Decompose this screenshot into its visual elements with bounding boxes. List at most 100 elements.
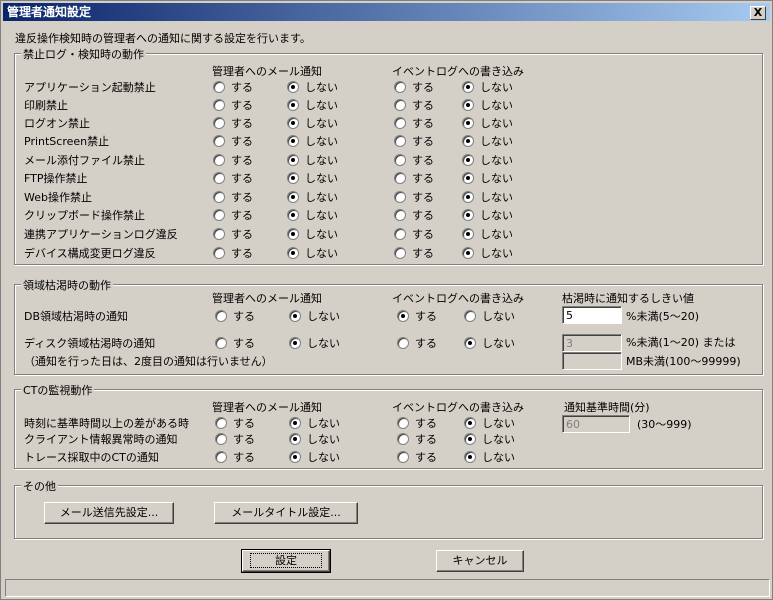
event-log-yes-radio[interactable]: する [394, 152, 434, 168]
mail-notify-yes-radio[interactable]: する [215, 308, 255, 324]
event-log-no-radio[interactable]: しない [462, 97, 513, 113]
mail-notify-no-radio[interactable]: しない [289, 415, 340, 431]
db-threshold-input[interactable] [562, 306, 622, 324]
event-log-no-radio[interactable]: しない [464, 431, 515, 447]
mail-notify-no-radio[interactable]: しない [289, 449, 340, 465]
mail-notify-yes-radio[interactable]: する [213, 170, 253, 186]
event-log-no-radio[interactable]: しない [462, 133, 513, 149]
event-log-yes-radio[interactable]: する [394, 115, 434, 131]
radio-circle-icon [394, 81, 406, 93]
event-log-no-radio[interactable]: しない [462, 189, 513, 205]
radio-label: する [412, 228, 434, 241]
event-log-no-radio[interactable]: しない [462, 115, 513, 131]
row-label: ディスク領域枯渇時の通知 [24, 337, 156, 350]
radio-circle-icon [464, 417, 476, 429]
mail-notify-yes-radio[interactable]: する [215, 335, 255, 351]
radio-circle-icon [462, 154, 474, 166]
radio-circle-icon [394, 135, 406, 147]
mail-notify-no-radio[interactable]: しない [287, 152, 338, 168]
mail-notify-no-radio[interactable]: しない [287, 115, 338, 131]
radio-label: しない [480, 191, 513, 204]
event-log-no-radio[interactable]: しない [462, 152, 513, 168]
base-time-input[interactable] [562, 415, 630, 433]
event-log-no-radio[interactable]: しない [462, 226, 513, 242]
radio-circle-icon [394, 247, 406, 259]
ok-button[interactable]: 設定 [241, 549, 331, 573]
radio-label: しない [305, 99, 338, 112]
mail-notify-yes-radio[interactable]: する [213, 115, 253, 131]
row-label: PrintScreen禁止 [24, 135, 110, 148]
event-log-yes-radio[interactable]: する [394, 245, 434, 261]
radio-circle-icon [287, 81, 299, 93]
event-log-yes-radio[interactable]: する [394, 170, 434, 186]
mail-notify-yes-radio[interactable]: する [213, 226, 253, 242]
event-log-no-radio[interactable]: しない [464, 308, 515, 324]
event-log-no-radio[interactable]: しない [462, 79, 513, 95]
radio-label: する [412, 99, 434, 112]
radio-circle-icon [215, 451, 227, 463]
mail-title-button[interactable]: メールタイトル設定... [214, 502, 358, 524]
mail-notify-no-radio[interactable]: しない [287, 207, 338, 223]
event-log-yes-radio[interactable]: する [394, 189, 434, 205]
event-log-yes-radio[interactable]: する [394, 226, 434, 242]
mail-notify-no-radio[interactable]: しない [289, 308, 340, 324]
radio-circle-icon [462, 99, 474, 111]
mail-notify-yes-radio[interactable]: する [213, 207, 253, 223]
event-log-yes-radio[interactable]: する [394, 79, 434, 95]
radio-circle-icon [394, 172, 406, 184]
event-log-no-radio[interactable]: しない [462, 245, 513, 261]
row-label: 印刷禁止 [24, 99, 68, 112]
event-log-no-radio[interactable]: しない [464, 449, 515, 465]
mail-notify-no-radio[interactable]: しない [287, 170, 338, 186]
mail-notify-no-radio[interactable]: しない [287, 245, 338, 261]
radio-circle-icon [287, 135, 299, 147]
mail-notify-yes-radio[interactable]: する [213, 152, 253, 168]
mail-notify-yes-radio[interactable]: する [213, 97, 253, 113]
mail-notify-no-radio[interactable]: しない [289, 431, 340, 447]
event-log-no-radio[interactable]: しない [462, 207, 513, 223]
event-log-no-radio[interactable]: しない [464, 335, 515, 351]
mail-notify-no-radio[interactable]: しない [287, 226, 338, 242]
mail-notify-no-radio[interactable]: しない [287, 189, 338, 205]
cancel-button[interactable]: キャンセル [436, 550, 524, 572]
radio-circle-icon [289, 417, 301, 429]
event-log-yes-radio[interactable]: する [397, 431, 437, 447]
event-log-yes-radio[interactable]: する [394, 97, 434, 113]
event-log-yes-radio[interactable]: する [397, 449, 437, 465]
radio-label: する [233, 451, 255, 464]
mail-notify-yes-radio[interactable]: する [215, 449, 255, 465]
radio-circle-icon [287, 172, 299, 184]
event-log-yes-radio[interactable]: する [397, 308, 437, 324]
radio-label: しない [307, 417, 340, 430]
event-log-yes-radio[interactable]: する [394, 207, 434, 223]
mail-notify-yes-radio[interactable]: する [215, 431, 255, 447]
close-button[interactable]: X [750, 6, 766, 20]
mail-notify-yes-radio[interactable]: する [213, 133, 253, 149]
radio-label: しない [305, 172, 338, 185]
mail-notify-no-radio[interactable]: しない [289, 335, 340, 351]
radio-circle-icon [215, 337, 227, 349]
mail-notify-yes-radio[interactable]: する [213, 245, 253, 261]
radio-circle-icon [289, 433, 301, 445]
mail-notify-yes-radio[interactable]: する [213, 79, 253, 95]
radio-circle-icon [394, 191, 406, 203]
radio-label: しない [305, 135, 338, 148]
mail-destination-button[interactable]: メール送信先設定... [44, 502, 174, 524]
event-log-yes-radio[interactable]: する [394, 133, 434, 149]
radio-circle-icon [464, 433, 476, 445]
radio-label: しない [482, 417, 515, 430]
mail-notify-yes-radio[interactable]: する [215, 415, 255, 431]
mail-notify-yes-radio[interactable]: する [213, 189, 253, 205]
disk-mb-input[interactable] [562, 352, 622, 370]
radio-label: しない [305, 209, 338, 222]
mail-notify-no-radio[interactable]: しない [287, 133, 338, 149]
event-log-yes-radio[interactable]: する [397, 335, 437, 351]
event-log-no-radio[interactable]: しない [462, 170, 513, 186]
disk-percent-input[interactable] [562, 334, 622, 352]
group-title: 禁止ログ・検知時の動作 [21, 46, 146, 62]
event-log-no-radio[interactable]: しない [464, 415, 515, 431]
mail-notify-no-radio[interactable]: しない [287, 79, 338, 95]
radio-label: しない [480, 172, 513, 185]
event-log-yes-radio[interactable]: する [397, 415, 437, 431]
mail-notify-no-radio[interactable]: しない [287, 97, 338, 113]
